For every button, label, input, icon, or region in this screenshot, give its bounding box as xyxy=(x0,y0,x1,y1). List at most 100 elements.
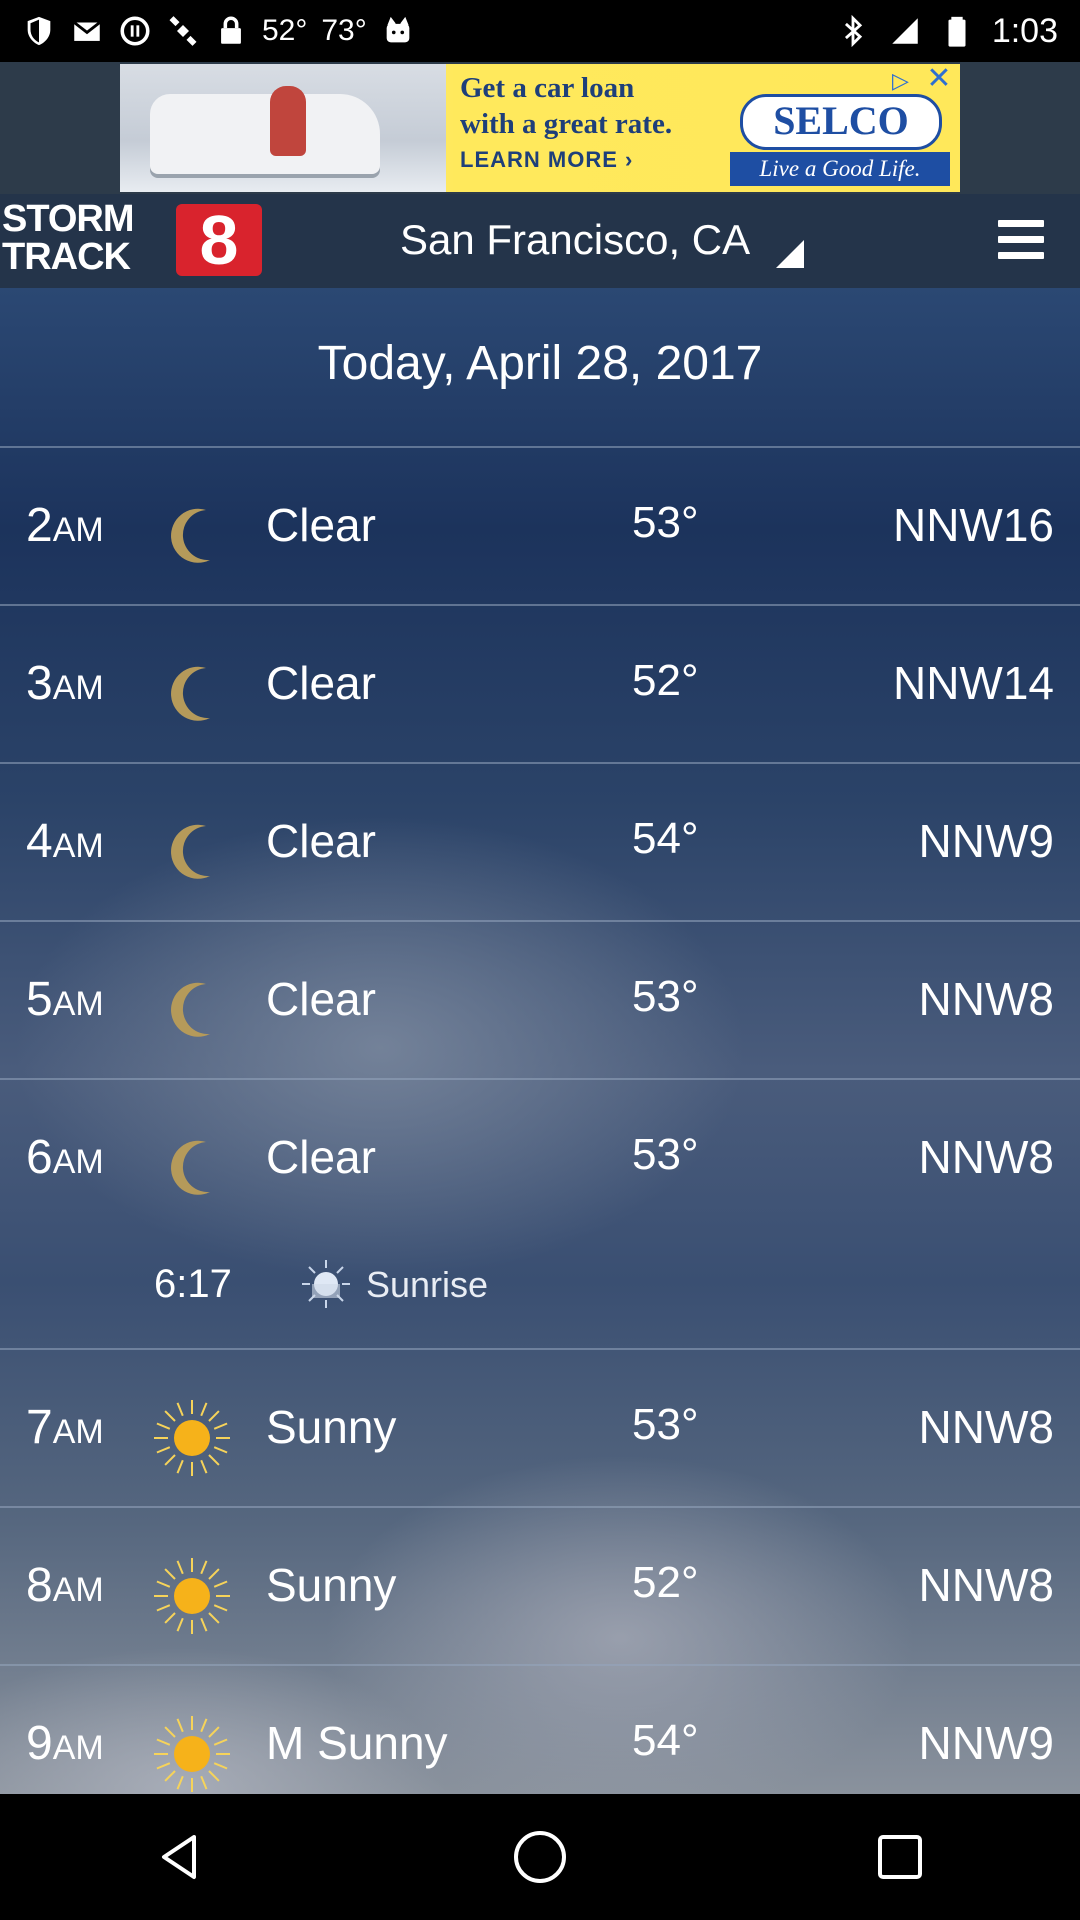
brand-number: 8 xyxy=(176,204,262,276)
dropdown-triangle-icon xyxy=(776,240,805,268)
condition-label: Clear xyxy=(266,973,376,1025)
forecast-row[interactable]: 6AM Clear 53° NNW8 xyxy=(0,1080,1080,1236)
moon-icon xyxy=(152,970,232,1050)
sunrise-label: Sunrise xyxy=(366,1264,489,1305)
hour-number: 7 xyxy=(26,1401,53,1454)
divider xyxy=(0,1078,1080,1080)
brand-logo[interactable]: STORM TRACK 8 xyxy=(0,198,264,280)
shield-icon xyxy=(22,14,56,48)
wind-label: NNW8 xyxy=(918,1559,1054,1611)
hour-number: 4 xyxy=(26,815,53,868)
condition-label: Sunny xyxy=(266,1559,397,1611)
ad-area: Get a car loan with a great rate. LEARN … xyxy=(0,62,1080,194)
recents-button[interactable] xyxy=(860,1817,940,1897)
date-title: Today, April 28, 2017 xyxy=(317,337,763,390)
moon-icon xyxy=(152,654,232,734)
sun-icon xyxy=(152,1714,232,1794)
cat-app-icon xyxy=(381,14,415,48)
temperature-label: 52° xyxy=(632,656,699,705)
hour-ampm: AM xyxy=(52,1143,104,1181)
hour-number: 9 xyxy=(26,1717,53,1770)
condition-label: Sunny xyxy=(266,1401,397,1453)
divider xyxy=(0,1506,1080,1508)
hour-ampm: AM xyxy=(52,669,104,707)
sun-icon xyxy=(152,1398,232,1478)
temperature-label: 53° xyxy=(632,972,699,1021)
ad-line-1: Get a car loan xyxy=(460,72,635,104)
ad-car-image xyxy=(150,94,380,174)
forecast-row[interactable]: 7AM Sunny 53° NNW8 xyxy=(0,1350,1080,1506)
hour-label: 9AM xyxy=(26,1716,104,1771)
signal-icon xyxy=(888,14,922,48)
forecast-row[interactable]: 3AM Clear 52° NNW14 xyxy=(0,606,1080,762)
temperature-label: 53° xyxy=(632,1130,699,1179)
wind-label: NNW8 xyxy=(918,973,1054,1025)
navigation-bar xyxy=(0,1794,1080,1920)
location-selector[interactable]: San Francisco, CA xyxy=(400,212,805,268)
mail-icon xyxy=(70,14,104,48)
status-time: 1:03 xyxy=(991,11,1058,50)
moon-icon xyxy=(152,1128,232,1208)
condition-label: M Sunny xyxy=(266,1717,448,1769)
hour-number: 2 xyxy=(26,499,53,552)
hour-ampm: AM xyxy=(52,985,104,1023)
forecast-row[interactable]: 9AM M Sunny 54° NNW9 xyxy=(0,1666,1080,1794)
forecast-row[interactable]: 4AM Clear 54° NNW9 xyxy=(0,764,1080,920)
hour-ampm: AM xyxy=(52,1413,104,1451)
condition-label: Clear xyxy=(266,1131,376,1183)
brand-line-2: TRACK xyxy=(2,236,131,278)
brand-line-1: STORM xyxy=(2,198,135,240)
ad-line-2: with a great rate. xyxy=(460,108,673,140)
back-button[interactable] xyxy=(140,1817,220,1897)
hour-label: 3AM xyxy=(26,656,104,711)
temperature-label: 53° xyxy=(632,498,699,547)
bluetooth-icon xyxy=(836,14,870,48)
temperature-label: 54° xyxy=(632,814,699,863)
hour-ampm: AM xyxy=(52,1571,104,1609)
sun-icon xyxy=(152,1556,232,1636)
ad-tagline: Live a Good Life. xyxy=(730,152,950,186)
hour-label: 4AM xyxy=(26,814,104,869)
wind-label: NNW14 xyxy=(892,657,1054,709)
hour-number: 8 xyxy=(26,1559,53,1612)
divider xyxy=(0,604,1080,606)
hourly-forecast[interactable]: Today, April 28, 2017 2AM Clear 53° NNW16 3A… xyxy=(0,288,1080,1794)
divider xyxy=(0,1664,1080,1666)
sunrise-time: 6:17 xyxy=(154,1262,232,1306)
moon-icon xyxy=(152,496,232,576)
menu-button[interactable] xyxy=(998,220,1046,260)
forecast-row[interactable]: 5AM Clear 53° NNW8 xyxy=(0,922,1080,1078)
hour-number: 5 xyxy=(26,973,53,1026)
app-header: STORM TRACK 8 San Francisco, CA xyxy=(0,194,1080,288)
forecast-row[interactable]: 8AM Sunny 52° NNW8 xyxy=(0,1508,1080,1664)
moon-icon xyxy=(152,812,232,892)
battery-icon xyxy=(940,14,974,48)
ad-logo: SELCO xyxy=(740,94,942,150)
condition-label: Clear xyxy=(266,657,376,709)
ad-choices-icon[interactable]: ▷ xyxy=(892,68,918,94)
home-button[interactable] xyxy=(500,1817,580,1897)
hour-label: 6AM xyxy=(26,1130,104,1185)
ad-close-icon[interactable]: ✕ xyxy=(924,64,954,94)
hour-ampm: AM xyxy=(52,1729,104,1767)
forecast-row[interactable]: 2AM Clear 53° NNW16 xyxy=(0,448,1080,604)
condition-label: Clear xyxy=(266,499,376,551)
hour-ampm: AM xyxy=(52,511,104,549)
status-temp-high: 73° xyxy=(321,14,367,47)
status-temp-current: 52° xyxy=(262,14,308,47)
temperature-label: 53° xyxy=(632,1400,699,1449)
ad-banner[interactable]: Get a car loan with a great rate. LEARN … xyxy=(120,64,960,192)
hour-ampm: AM xyxy=(52,827,104,865)
brand-text: STORM TRACK xyxy=(2,198,135,278)
ad-learn-more[interactable]: LEARN MORE › xyxy=(460,142,720,178)
wind-label: NNW9 xyxy=(918,815,1054,867)
lock-icon xyxy=(214,14,248,48)
hour-label: 2AM xyxy=(26,498,104,553)
hour-label: 7AM xyxy=(26,1400,104,1455)
satellite-icon xyxy=(166,14,200,48)
hour-number: 6 xyxy=(26,1131,53,1184)
condition-label: Clear xyxy=(266,815,376,867)
ad-photo xyxy=(120,64,446,192)
ad-person-image xyxy=(270,86,306,156)
hour-label: 8AM xyxy=(26,1558,104,1613)
